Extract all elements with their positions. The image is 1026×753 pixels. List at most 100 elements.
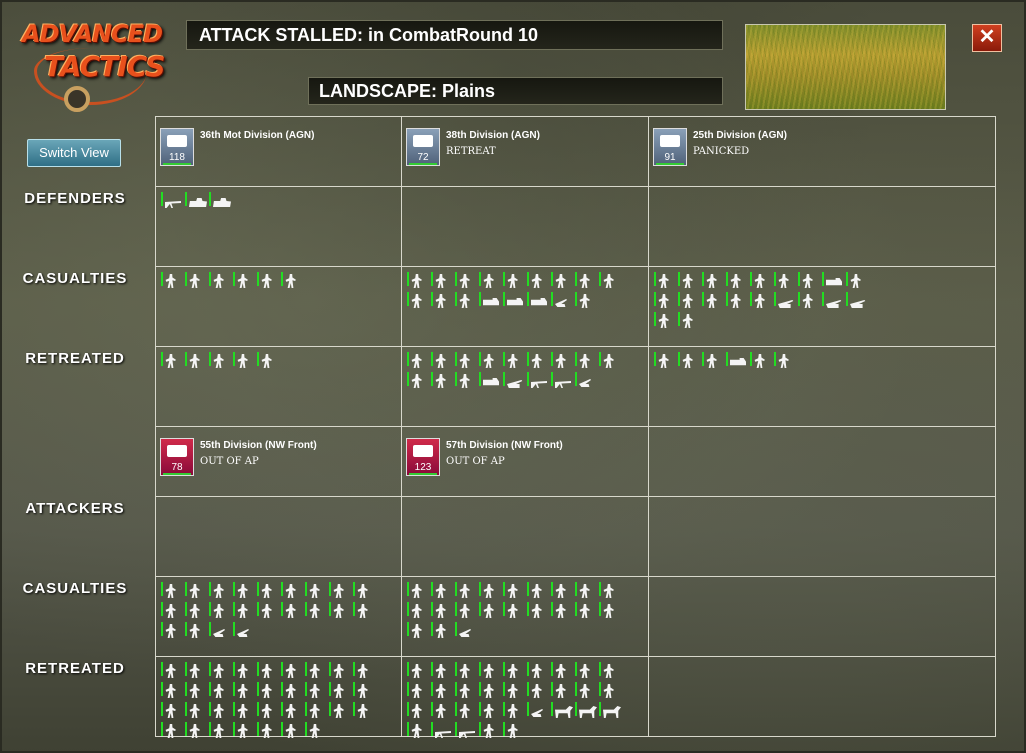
infantry-icon	[479, 682, 499, 700]
infantry-icon	[431, 602, 451, 620]
infantry-icon	[257, 602, 277, 620]
horse-icon	[551, 702, 573, 720]
unit-health-bar	[656, 163, 684, 165]
infantry-icon	[281, 582, 301, 600]
infantry-icon	[257, 582, 277, 600]
infantry-icon	[233, 602, 253, 620]
infantry-icon	[503, 722, 523, 740]
infantry-icon	[455, 702, 475, 720]
infantry-icon	[209, 682, 229, 700]
infantry-icon	[161, 352, 181, 370]
attacker-retreated	[407, 662, 639, 740]
infantry-icon	[305, 702, 325, 720]
unit-health-bar	[163, 163, 191, 165]
infantry-icon	[599, 352, 619, 370]
infantry-icon	[329, 682, 349, 700]
unit-counter[interactable]: 72	[406, 128, 440, 166]
switch-view-button[interactable]: Switch View	[27, 139, 121, 167]
infantry-icon	[233, 722, 253, 740]
row-label-defender-casualties: CASUALTIES	[22, 270, 128, 287]
unit-counter[interactable]: 118	[160, 128, 194, 166]
infantry-icon	[185, 352, 205, 370]
infantry-icon	[654, 312, 674, 330]
infantry-icon	[413, 135, 433, 147]
unit-strength: 72	[417, 152, 429, 163]
unit-counter[interactable]: 78	[160, 438, 194, 476]
lmg-icon	[455, 722, 475, 740]
infantry-icon	[599, 272, 619, 290]
infantry-icon	[455, 662, 475, 680]
unit-strength: 123	[414, 462, 432, 473]
infantry-icon	[185, 662, 205, 680]
defender-casualties	[654, 272, 886, 330]
infantry-icon	[209, 602, 229, 620]
infantry-icon	[413, 445, 433, 457]
defenders-unit-1[interactable]: 72 38th Division (AGN) RETREAT	[401, 120, 641, 176]
truck-icon	[479, 292, 499, 310]
infantry-icon	[233, 662, 253, 680]
infantry-icon	[726, 292, 746, 310]
infantry-icon	[353, 662, 373, 680]
infantry-icon	[527, 662, 547, 680]
unit-counter[interactable]: 91	[653, 128, 687, 166]
infantry-icon	[527, 272, 547, 290]
truck-icon	[822, 272, 842, 290]
close-button[interactable]: ✕	[972, 24, 1002, 52]
infantry-icon	[599, 582, 619, 600]
infantry-icon	[257, 662, 277, 680]
infantry-icon	[654, 292, 674, 310]
truck-icon	[167, 135, 187, 147]
infantry-icon	[455, 272, 475, 290]
attacker-casualties	[161, 582, 393, 640]
infantry-icon	[233, 702, 253, 720]
infantry-icon	[353, 602, 373, 620]
attackers-unit-0[interactable]: 78 55th Division (NW Front) OUT OF AP	[155, 430, 395, 486]
unit-name: 25th Division (AGN)	[693, 130, 787, 141]
infantry-icon	[527, 602, 547, 620]
unit-strength: 91	[664, 152, 676, 163]
infantry-icon	[329, 702, 349, 720]
infantry-icon	[750, 352, 770, 370]
infantry-icon	[233, 682, 253, 700]
infantry-icon	[407, 372, 427, 390]
infantry-icon	[575, 272, 595, 290]
infantry-icon	[479, 582, 499, 600]
logo-text-advanced: ADVANCED	[22, 20, 163, 48]
infantry-icon	[209, 702, 229, 720]
unit-health-bar	[163, 473, 191, 475]
infantry-icon	[161, 272, 181, 290]
defenders-unit-2[interactable]: 91 25th Division (AGN) PANICKED	[648, 120, 888, 176]
unit-status: OUT OF AP	[446, 456, 505, 467]
defender-retreated	[407, 352, 639, 390]
lmg-icon	[431, 722, 451, 740]
infantry-icon	[575, 292, 595, 310]
infantry-icon	[551, 662, 571, 680]
infantry-icon	[431, 662, 451, 680]
infantry-icon	[407, 702, 427, 720]
unit-counter[interactable]: 123	[406, 438, 440, 476]
defenders-unit-0[interactable]: 118 36th Mot Division (AGN)	[155, 120, 395, 176]
infantry-icon	[431, 372, 451, 390]
infantry-icon	[407, 722, 427, 740]
unit-health-bar	[409, 473, 437, 475]
row-label-defenders: DEFENDERS	[24, 190, 126, 207]
infantry-icon	[702, 352, 722, 370]
infantry-icon	[161, 622, 181, 640]
gun-icon	[575, 372, 595, 390]
infantry-icon	[281, 602, 301, 620]
infantry-icon	[209, 352, 229, 370]
combat-status-title: ATTACK STALLED: in CombatRound 10	[186, 20, 723, 50]
infantry-icon	[431, 702, 451, 720]
infantry-icon	[161, 582, 181, 600]
attackers-unit-1[interactable]: 123 57th Division (NW Front) OUT OF AP	[401, 430, 641, 486]
defender-retreated	[161, 352, 393, 370]
infantry-icon	[329, 602, 349, 620]
infantry-icon	[305, 662, 325, 680]
infantry-icon	[798, 272, 818, 290]
infantry-icon	[551, 682, 571, 700]
unit-status: PANICKED	[693, 146, 750, 157]
infantry-icon	[479, 702, 499, 720]
infantry-icon	[329, 582, 349, 600]
game-logo: ADVANCED TACTICS	[14, 14, 174, 114]
infantry-icon	[503, 682, 523, 700]
